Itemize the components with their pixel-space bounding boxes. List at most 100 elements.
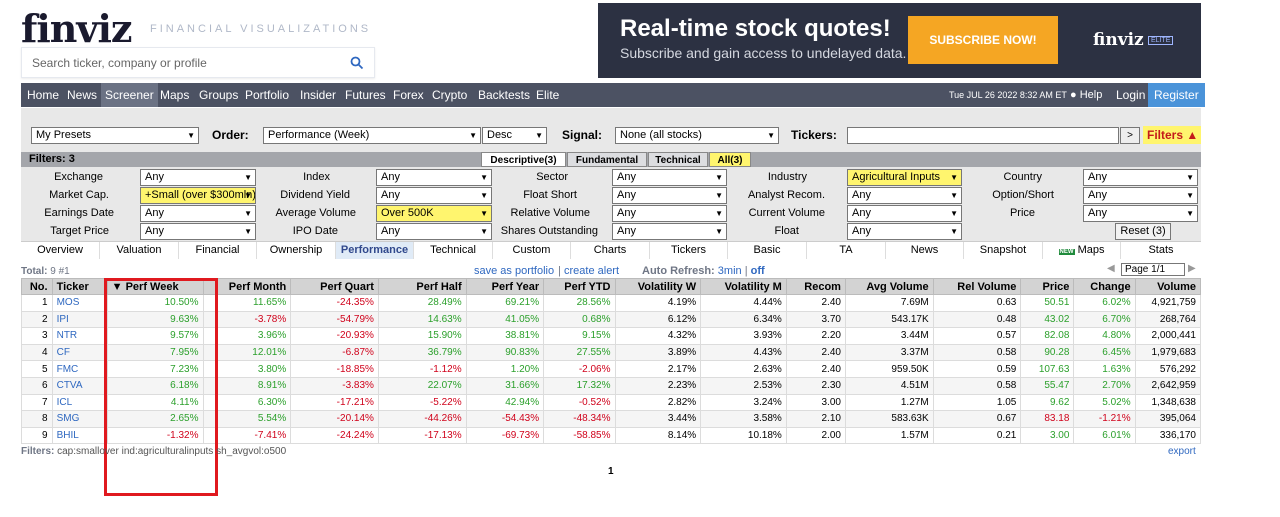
tab-custom[interactable]: Custom — [493, 242, 571, 259]
column-header[interactable]: Ticker — [51, 278, 108, 295]
filters-toggle-button[interactable]: Filters ▲ — [1143, 126, 1201, 144]
ticker-link[interactable]: BHIL — [51, 426, 108, 445]
tab-snapshot[interactable]: Snapshot — [964, 242, 1043, 259]
nav-maps[interactable]: Maps — [156, 83, 193, 107]
go-button[interactable]: > — [1120, 127, 1140, 144]
filter-country[interactable]: Any ▼ — [1083, 169, 1198, 186]
column-header[interactable]: Change — [1073, 278, 1136, 295]
nav-screener[interactable]: Screener — [101, 83, 158, 107]
login-link[interactable]: Login — [1116, 83, 1145, 107]
nav-forex[interactable]: Forex — [389, 83, 428, 107]
filter-ipo-date[interactable]: Any ▼ — [376, 223, 492, 240]
column-header[interactable]: Rel Volume — [932, 278, 1022, 295]
refresh-interval-link[interactable]: 3min — [718, 265, 742, 277]
filter-relative-volume[interactable]: Any ▼ — [612, 205, 727, 222]
tab-stats[interactable]: Stats — [1121, 242, 1201, 259]
filter-sector[interactable]: Any ▼ — [612, 169, 727, 186]
filter-dividend-yield[interactable]: Any ▼ — [376, 187, 492, 204]
ticker-link[interactable]: FMC — [51, 360, 108, 378]
tab-descriptive[interactable]: Descriptive(3) — [481, 152, 566, 167]
ticker-link[interactable]: CF — [51, 343, 108, 362]
tab-performance[interactable]: Performance — [336, 242, 414, 259]
column-header[interactable]: Perf YTD — [543, 278, 616, 295]
tab-charts[interactable]: Charts — [571, 242, 650, 259]
finviz-logo[interactable]: finviz — [21, 6, 133, 51]
tab-fundamental[interactable]: Fundamental — [567, 152, 647, 167]
filter-option-short[interactable]: Any ▼ — [1083, 187, 1198, 204]
filter-market-cap[interactable]: +Small (over $300mln) ▼ — [140, 187, 256, 204]
column-header[interactable]: No. — [21, 278, 53, 295]
column-header[interactable]: Perf Year — [465, 278, 545, 295]
presets-select[interactable]: My Presets ▼ — [31, 127, 199, 144]
save-portfolio-link[interactable]: save as portfolio — [474, 265, 554, 277]
filter-average-volume[interactable]: Over 500K ▼ — [376, 205, 492, 222]
column-header[interactable]: Volatility W — [614, 278, 702, 295]
tab-valuation[interactable]: Valuation — [100, 242, 179, 259]
create-alert-link[interactable]: create alert — [564, 265, 619, 277]
refresh-off-link[interactable]: off — [751, 265, 765, 277]
ticker-link[interactable]: NTR — [51, 327, 108, 345]
ticker-link[interactable]: SMG — [51, 410, 108, 428]
nav-groups[interactable]: Groups — [195, 83, 242, 107]
tab-technical[interactable]: Technical — [648, 152, 708, 167]
filter-target-price[interactable]: Any ▼ — [140, 223, 256, 240]
nav-crypto[interactable]: Crypto — [428, 83, 471, 107]
tab-news[interactable]: News — [886, 242, 964, 259]
filter-current-volume[interactable]: Any ▼ — [847, 205, 962, 222]
page-select[interactable]: Page 1/1 — [1121, 263, 1185, 276]
ticker-link[interactable]: ICL — [51, 393, 108, 412]
nav-insider[interactable]: Insider — [296, 83, 340, 107]
direction-select[interactable]: Desc ▼ — [482, 127, 547, 144]
reset-button[interactable]: Reset (3) — [1115, 223, 1171, 240]
column-header[interactable]: Price — [1020, 278, 1075, 295]
nav-portfolio[interactable]: Portfolio — [241, 83, 293, 107]
tab-technical-view[interactable]: Technical — [414, 242, 493, 259]
prev-page-icon[interactable]: ◀ — [1107, 263, 1115, 274]
order-select[interactable]: Performance (Week) ▼ — [263, 127, 481, 144]
filter-earnings-date[interactable]: Any ▼ — [140, 205, 256, 222]
filter-analyst-recom[interactable]: Any ▼ — [847, 187, 962, 204]
help-link[interactable]: ● Help — [1070, 83, 1102, 107]
filter-price[interactable]: Any ▼ — [1083, 205, 1198, 222]
tab-basic[interactable]: Basic — [728, 242, 807, 259]
tab-financial[interactable]: Financial — [179, 242, 257, 259]
page-number[interactable]: 1 — [608, 466, 614, 477]
tab-maps[interactable]: NEW Maps — [1043, 242, 1121, 259]
signal-select[interactable]: None (all stocks) ▼ — [615, 127, 779, 144]
export-link[interactable]: export — [1168, 446, 1196, 457]
search-icon[interactable] — [350, 56, 364, 70]
filter-float-short[interactable]: Any ▼ — [612, 187, 727, 204]
ticker-link[interactable]: MOS — [51, 294, 108, 312]
tab-ta[interactable]: TA — [807, 242, 886, 259]
column-header[interactable]: Perf Quart — [290, 278, 379, 295]
tab-tickers[interactable]: Tickers — [650, 242, 728, 259]
nav-home[interactable]: Home — [23, 83, 63, 107]
tab-ownership[interactable]: Ownership — [257, 242, 336, 259]
tab-overview[interactable]: Overview — [21, 242, 100, 259]
search-input[interactable] — [21, 47, 375, 78]
column-header[interactable]: Volatility M — [700, 278, 787, 295]
tickers-input[interactable] — [847, 127, 1119, 144]
nav-news[interactable]: News — [63, 83, 101, 107]
nav-elite[interactable]: Elite — [532, 83, 563, 107]
next-page-icon[interactable]: ▶ — [1188, 263, 1196, 274]
nav-backtests[interactable]: Backtests — [474, 83, 534, 107]
filter-industry[interactable]: Agricultural Inputs ▼ — [847, 169, 962, 186]
table-cell: 2.23% — [614, 376, 702, 395]
ticker-link[interactable]: IPI — [51, 310, 108, 329]
column-header[interactable]: Avg Volume — [844, 278, 934, 295]
ticker-link[interactable]: CTVA — [51, 376, 108, 395]
column-header[interactable]: Recom — [785, 278, 846, 295]
ad-banner[interactable]: Real-time stock quotes! Subscribe and ga… — [598, 3, 1201, 78]
register-button[interactable]: Register — [1148, 83, 1205, 107]
nav-futures[interactable]: Futures — [341, 83, 390, 107]
filter-float[interactable]: Any ▼ — [847, 223, 962, 240]
filter-shares-outstanding[interactable]: Any ▼ — [612, 223, 727, 240]
table-cell: 2,642,959 — [1134, 376, 1202, 395]
tab-all[interactable]: All(3) — [709, 152, 751, 167]
filter-exchange[interactable]: Any ▼ — [140, 169, 256, 186]
subscribe-button[interactable]: SUBSCRIBE NOW! — [908, 16, 1058, 64]
column-header[interactable]: Volume — [1134, 278, 1202, 295]
filter-index[interactable]: Any ▼ — [376, 169, 492, 186]
column-header[interactable]: Perf Half — [377, 278, 467, 295]
